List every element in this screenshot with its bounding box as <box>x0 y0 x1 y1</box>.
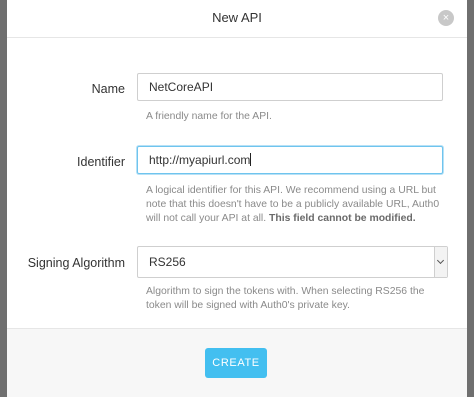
identifier-value: http://myapiurl.com <box>149 153 251 167</box>
signing-algorithm-label: Signing Algorithm <box>27 256 125 270</box>
modal-header: New API × <box>7 0 467 38</box>
signing-algorithm-select[interactable]: RS256 <box>137 246 448 278</box>
close-icon[interactable]: × <box>438 10 454 26</box>
modal-footer: CREATE <box>7 328 467 397</box>
signing-algorithm-help-text: Algorithm to sign the tokens with. When … <box>146 286 425 311</box>
text-cursor <box>250 153 252 166</box>
name-label: Name <box>91 82 125 96</box>
identifier-help-warning: This field cannot be modified. <box>269 213 416 224</box>
new-api-modal: New API × Name NetCoreAPI A friendly nam… <box>7 0 467 397</box>
signing-algorithm-value: RS256 <box>149 255 186 269</box>
modal-title: New API <box>212 10 262 25</box>
name-help-text: A friendly name for the API. <box>146 111 272 122</box>
identifier-label: Identifier <box>77 155 125 169</box>
identifier-input[interactable]: http://myapiurl.com <box>137 146 443 174</box>
create-button[interactable]: CREATE <box>205 348 267 378</box>
identifier-help-text: A logical identifier for this API. We re… <box>146 184 446 226</box>
chevron-down-icon[interactable] <box>434 247 447 277</box>
name-input[interactable]: NetCoreAPI <box>137 73 443 101</box>
